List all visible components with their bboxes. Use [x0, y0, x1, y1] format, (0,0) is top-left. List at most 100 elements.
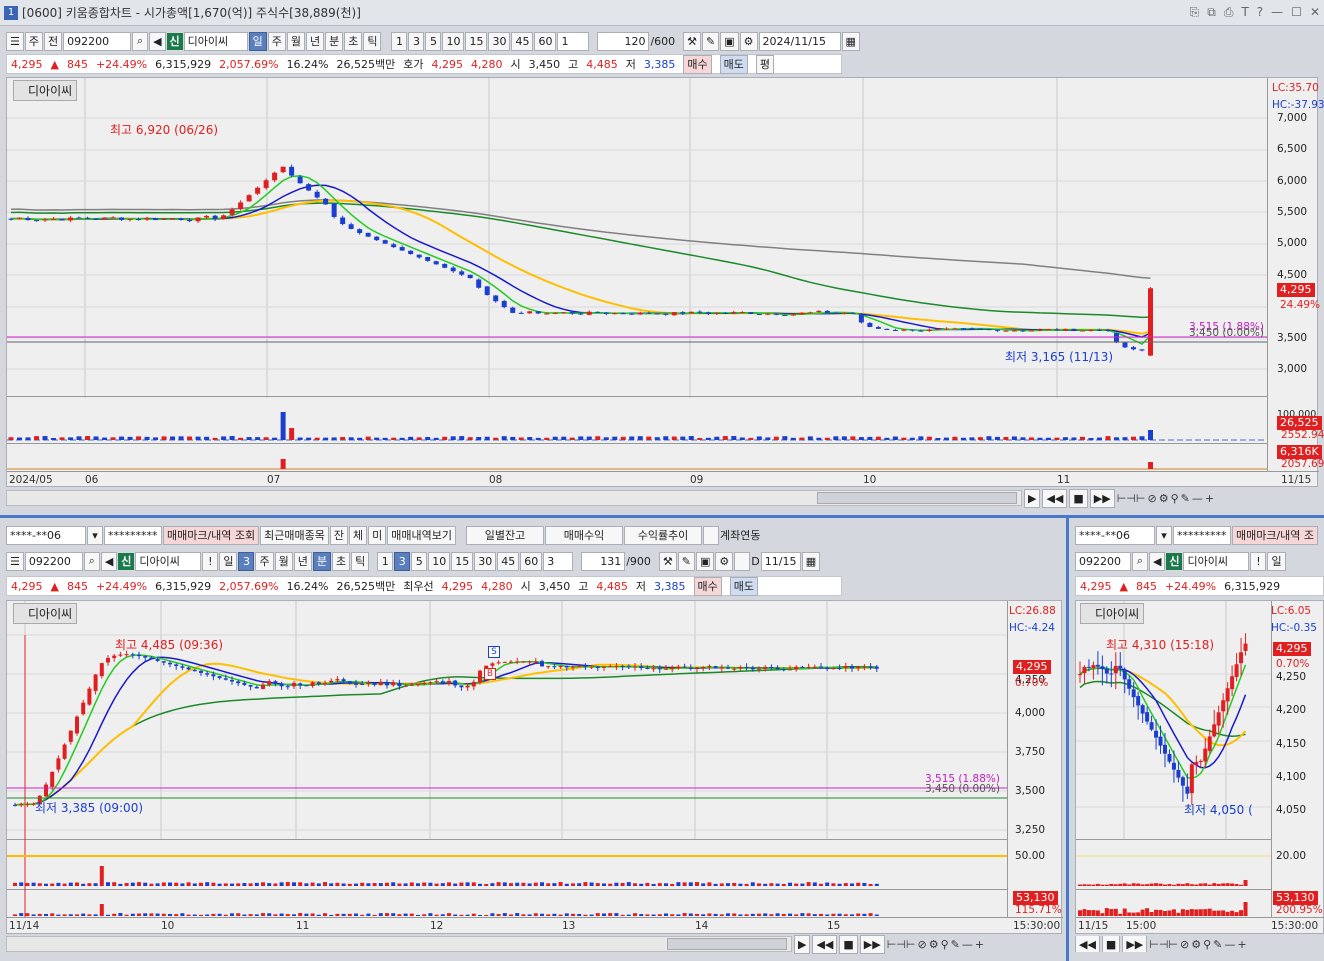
- interval-3[interactable]: 3: [394, 551, 411, 571]
- zoom-slider-icon[interactable]: ⊢⊣⊢: [1117, 492, 1146, 505]
- stock-code-input[interactable]: 092200: [24, 551, 83, 571]
- interval-15[interactable]: 15: [451, 551, 474, 571]
- top-scrollbar[interactable]: [6, 490, 1022, 506]
- filled-button[interactable]: 체: [349, 525, 368, 545]
- unit-second[interactable]: 초: [344, 31, 363, 51]
- password-field[interactable]: *********: [104, 525, 162, 545]
- stop-icon[interactable]: ■: [839, 934, 858, 954]
- unit-second[interactable]: 초: [331, 551, 351, 571]
- stock-name-field[interactable]: 디아이씨: [135, 551, 202, 571]
- count-input[interactable]: 120: [597, 31, 650, 51]
- unfilled-button[interactable]: 미: [368, 525, 387, 545]
- draw-icon[interactable]: ✎: [1213, 938, 1222, 951]
- draw-icon[interactable]: ✎: [702, 31, 720, 51]
- calendar-icon[interactable]: ▦: [801, 551, 821, 571]
- zoom-slider-icon[interactable]: ⊢⊣⊢: [887, 938, 916, 951]
- maximize-icon[interactable]: ☐: [1291, 5, 1302, 20]
- chevron-down-icon[interactable]: ▾: [1156, 525, 1172, 545]
- unit-year[interactable]: 년: [293, 551, 312, 571]
- zoom-in-icon[interactable]: +: [975, 938, 984, 951]
- save-icon[interactable]: ▣: [696, 551, 715, 571]
- zoom-out-icon[interactable]: —: [1192, 492, 1203, 505]
- stock-code-input[interactable]: 092200: [63, 31, 132, 51]
- menu-icon[interactable]: ☰: [6, 31, 24, 51]
- zoom-slider-icon[interactable]: ⊢⊣⊢: [1149, 938, 1178, 951]
- menu-icon[interactable]: ☰: [6, 551, 24, 571]
- rewind-icon[interactable]: ◀◀: [1042, 488, 1068, 508]
- stock-name-field[interactable]: 디아이씨: [1183, 551, 1250, 571]
- interval-45[interactable]: 45: [497, 551, 520, 571]
- date-input[interactable]: 2024/11/15: [758, 31, 841, 51]
- search-icon[interactable]: ⌕: [1132, 551, 1148, 571]
- trade-mark-button[interactable]: 매매마크/내역 조회: [163, 525, 260, 545]
- pin-icon[interactable]: ⚲: [941, 938, 949, 951]
- save-icon[interactable]: ▣: [720, 31, 739, 51]
- interval-1[interactable]: 1: [391, 31, 408, 51]
- scroll-right-icon[interactable]: ▶: [794, 934, 811, 954]
- settings-icon[interactable]: ⚙: [1159, 492, 1169, 505]
- forward-icon[interactable]: ▶▶: [1089, 488, 1115, 508]
- unit-minute[interactable]: 분: [312, 551, 331, 571]
- sell-button[interactable]: 매도: [719, 54, 748, 74]
- period-select[interactable]: 주: [24, 31, 43, 51]
- buy-button[interactable]: 매수: [683, 54, 712, 74]
- unit-month[interactable]: 월: [274, 551, 293, 571]
- unit-count[interactable]: 3: [238, 551, 255, 571]
- interval-1[interactable]: 1: [377, 551, 394, 571]
- trade-history-button[interactable]: 매매내역보기: [387, 525, 457, 545]
- speaker-icon[interactable]: ◀: [149, 31, 166, 51]
- zoom-in-icon[interactable]: +: [1237, 938, 1246, 951]
- settings-icon[interactable]: ⚙: [739, 31, 758, 51]
- password-field[interactable]: *********: [1173, 525, 1231, 545]
- speaker-icon[interactable]: ◀: [1149, 551, 1166, 571]
- close-icon[interactable]: ✕: [1310, 5, 1320, 20]
- interval-10[interactable]: 10: [442, 31, 465, 51]
- stock-code-input[interactable]: 092200: [1075, 551, 1131, 571]
- unit-day[interactable]: 일: [219, 551, 238, 571]
- alert-button[interactable]: !: [1250, 551, 1267, 571]
- stop-icon[interactable]: ■: [1069, 488, 1088, 508]
- recent-trades-button[interactable]: 최근매매종목: [260, 525, 329, 545]
- pin-icon[interactable]: ⚲: [1203, 938, 1211, 951]
- intraday-chart[interactable]: 디아이씨 LC:6.05 HC:-0.35 4,250 4,200 4,150 …: [1075, 600, 1324, 934]
- interval-15[interactable]: 15: [465, 31, 488, 51]
- sell-button[interactable]: 매도: [729, 576, 758, 596]
- stock-name-field[interactable]: 디아이씨: [183, 31, 248, 51]
- forward-icon[interactable]: ▶▶: [859, 934, 885, 954]
- search-icon[interactable]: ⌕: [83, 551, 100, 571]
- bl-scrollbar[interactable]: [6, 936, 792, 952]
- unit-year[interactable]: 년: [305, 31, 325, 51]
- unit-minute[interactable]: 분: [325, 31, 344, 51]
- account-select[interactable]: ****-**06: [6, 525, 86, 545]
- eval-button[interactable]: 평: [755, 54, 774, 74]
- draw-icon[interactable]: ✎: [951, 938, 960, 951]
- scroll-right-icon[interactable]: ▶: [1024, 488, 1041, 508]
- print-icon[interactable]: ⎙: [1224, 5, 1234, 20]
- trade-mark-button[interactable]: 매매마크/내역 조: [1232, 525, 1319, 545]
- d-checkbox[interactable]: [734, 551, 751, 571]
- daily-balance-button[interactable]: 일별잔고: [466, 525, 545, 545]
- search-icon[interactable]: ⌕: [132, 31, 149, 51]
- minimize-icon[interactable]: —: [1271, 5, 1283, 20]
- stop-icon[interactable]: ■: [1101, 936, 1121, 952]
- tools-icon[interactable]: ⚒: [658, 551, 677, 571]
- interval-30[interactable]: 30: [488, 31, 511, 51]
- interval-60[interactable]: 60: [520, 551, 543, 571]
- unit-week[interactable]: 주: [255, 551, 274, 571]
- account-select[interactable]: ****-**06: [1075, 525, 1155, 545]
- balance-button[interactable]: 잔: [329, 525, 349, 545]
- zoom-out-icon[interactable]: —: [1224, 938, 1235, 951]
- scroll-thumb[interactable]: [817, 492, 1017, 504]
- zoom-out-icon[interactable]: —: [962, 938, 973, 951]
- unit-day[interactable]: 일: [248, 31, 267, 51]
- interval-3[interactable]: 3: [408, 31, 425, 51]
- zoom-in-icon[interactable]: +: [1205, 492, 1214, 505]
- return-trend-button[interactable]: 수익률추이: [624, 525, 703, 545]
- settings-icon[interactable]: ⚙: [929, 938, 939, 951]
- unit-month[interactable]: 월: [286, 31, 305, 51]
- interval-10[interactable]: 10: [428, 551, 451, 571]
- speaker-icon[interactable]: ◀: [100, 551, 118, 571]
- interval-5[interactable]: 5: [411, 551, 428, 571]
- pin-icon[interactable]: ⚲: [1171, 492, 1179, 505]
- count-input[interactable]: 131: [581, 551, 626, 571]
